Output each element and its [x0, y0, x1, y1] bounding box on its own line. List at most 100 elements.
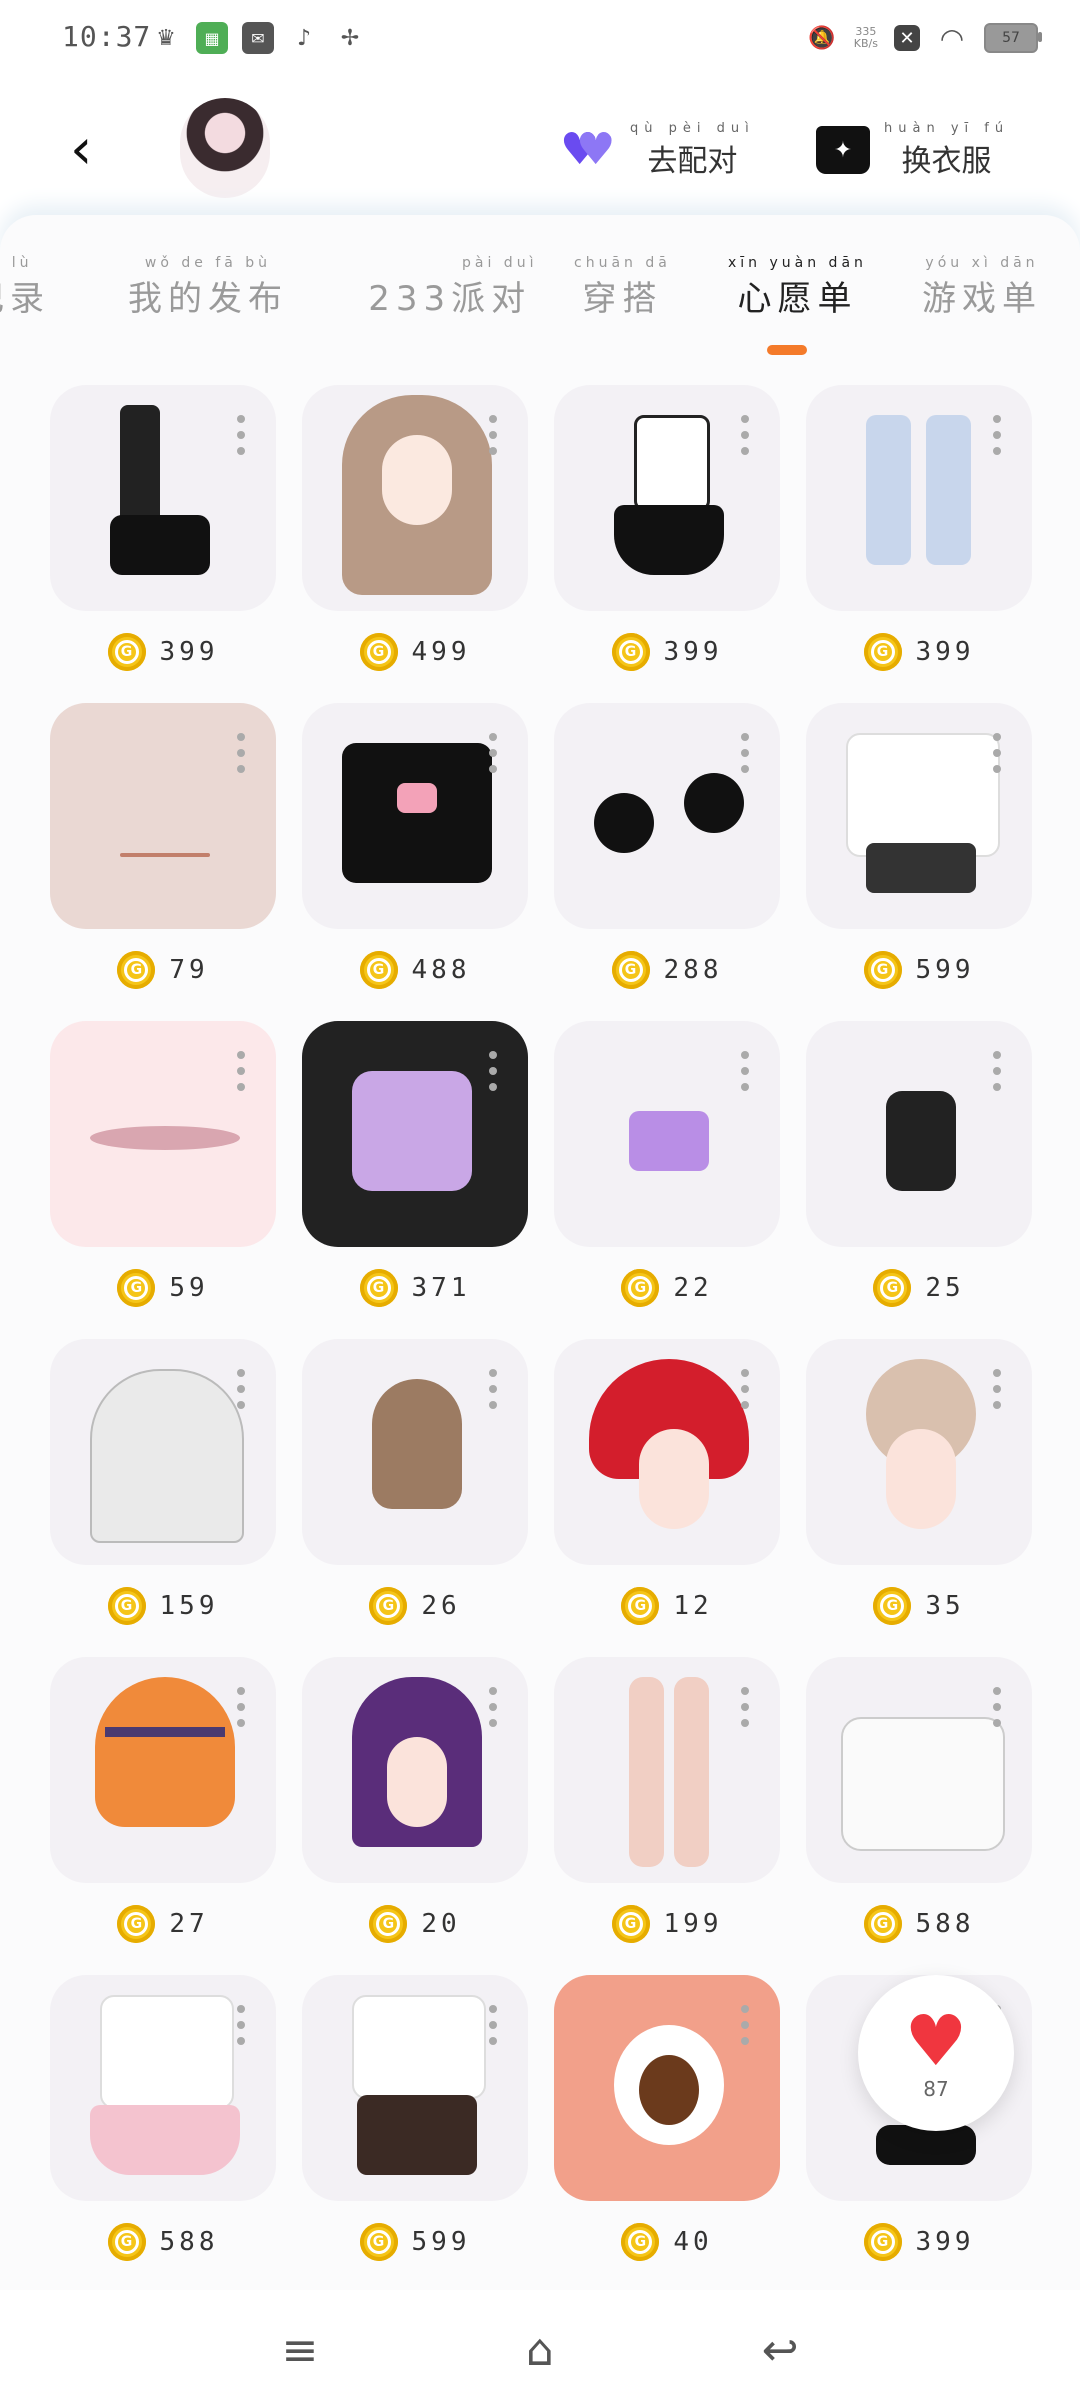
- more-options-icon[interactable]: [488, 1369, 498, 1409]
- coin-icon: G: [107, 2223, 146, 2261]
- wishlist-item[interactable]: G 199: [554, 1657, 780, 1957]
- tab-wishlist[interactable]: xīn yuàn dān 心愿单: [728, 255, 867, 320]
- wishlist-item[interactable]: G 599: [806, 703, 1032, 1003]
- more-options-icon[interactable]: [236, 1687, 246, 1727]
- wishlist-item[interactable]: G 399: [50, 385, 276, 685]
- more-options-icon[interactable]: [488, 415, 498, 455]
- more-options-icon[interactable]: [992, 1051, 1002, 1091]
- tab-party[interactable]: pài duì 233派对: [362, 255, 537, 320]
- item-thumbnail[interactable]: [50, 385, 276, 611]
- wishlist-item[interactable]: G 488: [302, 703, 528, 1003]
- item-thumbnail[interactable]: [806, 1339, 1032, 1565]
- tab-records[interactable]: jì lù 记录: [0, 255, 50, 320]
- item-thumbnail[interactable]: [302, 1339, 528, 1565]
- pair-label-group: qù pèi duì 去配对: [630, 121, 755, 180]
- home-icon[interactable]: ⌂: [510, 2320, 570, 2380]
- tab-outfits[interactable]: chuān dā 穿搭: [574, 255, 671, 320]
- wishlist-item[interactable]: G 599: [302, 1975, 528, 2275]
- system-nav-bar: ≡ ⌂ ↩: [0, 2290, 1080, 2408]
- mute-bell-icon: 🔕: [808, 25, 836, 51]
- dress-label-group: huàn yī fú 换衣服: [884, 121, 1009, 180]
- pair-button[interactable]: ♥ ♥ qù pèi duì 去配对: [560, 120, 755, 180]
- item-thumbnail[interactable]: [302, 1021, 528, 1247]
- net-speed-unit: KB/s: [853, 37, 878, 50]
- item-price: G 35: [806, 1587, 1032, 1625]
- item-thumbnail[interactable]: [302, 703, 528, 929]
- more-options-icon[interactable]: [236, 1369, 246, 1409]
- tab-my-posts[interactable]: wǒ de fā bù 我的发布: [128, 255, 288, 320]
- item-thumbnail[interactable]: [302, 385, 528, 611]
- more-options-icon[interactable]: [488, 1687, 498, 1727]
- price-value: 27: [169, 1909, 209, 1939]
- wishlist-item[interactable]: G 399: [554, 385, 780, 685]
- item-thumbnail[interactable]: [806, 703, 1032, 929]
- item-thumbnail[interactable]: [50, 703, 276, 929]
- item-thumbnail[interactable]: [50, 1021, 276, 1247]
- back-nav-icon[interactable]: ↩: [750, 2320, 810, 2380]
- wishlist-item[interactable]: G 159: [50, 1339, 276, 1639]
- price-value: 199: [663, 1909, 723, 1939]
- wishlist-item[interactable]: G 12: [554, 1339, 780, 1639]
- avatar[interactable]: [180, 98, 270, 198]
- item-thumbnail[interactable]: [50, 1975, 276, 2201]
- wishlist-item[interactable]: G 22: [554, 1021, 780, 1321]
- wishlist-item[interactable]: G 288: [554, 703, 780, 1003]
- more-options-icon[interactable]: [740, 415, 750, 455]
- more-options-icon[interactable]: [992, 1369, 1002, 1409]
- battery-icon: 57: [984, 23, 1042, 53]
- wishlist-item[interactable]: G 20: [302, 1657, 528, 1957]
- item-thumbnail[interactable]: [806, 1021, 1032, 1247]
- wishlist-item[interactable]: G 588: [50, 1975, 276, 2275]
- more-options-icon[interactable]: [488, 1051, 498, 1091]
- item-thumbnail[interactable]: [806, 1657, 1032, 1883]
- more-options-icon[interactable]: [488, 2005, 498, 2045]
- item-thumbnail[interactable]: [554, 1021, 780, 1247]
- more-options-icon[interactable]: [740, 1369, 750, 1409]
- wishlist-item[interactable]: G 40: [554, 1975, 780, 2275]
- price-value: 22: [673, 1273, 713, 1303]
- wishlist-item[interactable]: G 35: [806, 1339, 1032, 1639]
- tab-label: 心愿单: [737, 279, 858, 319]
- wishlist-item[interactable]: G 588: [806, 1657, 1032, 1957]
- wishlist-item[interactable]: G 499: [302, 385, 528, 685]
- item-thumbnail[interactable]: [554, 385, 780, 611]
- more-options-icon[interactable]: [488, 733, 498, 773]
- wishlist-item[interactable]: G 25: [806, 1021, 1032, 1321]
- wishlist-item[interactable]: G 26: [302, 1339, 528, 1639]
- more-options-icon[interactable]: [992, 1687, 1002, 1727]
- more-options-icon[interactable]: [740, 2005, 750, 2045]
- price-value: 26: [421, 1591, 461, 1621]
- item-thumbnail[interactable]: [806, 385, 1032, 611]
- wishlist-item[interactable]: G 399: [806, 385, 1032, 685]
- item-thumbnail[interactable]: [302, 1657, 528, 1883]
- item-thumbnail[interactable]: [554, 1657, 780, 1883]
- wishlist-item[interactable]: G 79: [50, 703, 276, 1003]
- wishlist-item[interactable]: G 59: [50, 1021, 276, 1321]
- change-clothes-button[interactable]: ✦ huàn yī fú 换衣服: [816, 120, 1009, 180]
- item-thumbnail[interactable]: [554, 1975, 780, 2201]
- pair-pinyin: qù pèi duì: [630, 120, 755, 136]
- item-thumbnail[interactable]: [554, 1339, 780, 1565]
- back-icon[interactable]: ‹: [70, 120, 130, 180]
- more-options-icon[interactable]: [740, 733, 750, 773]
- more-options-icon[interactable]: [992, 733, 1002, 773]
- wishlist-item[interactable]: G 27: [50, 1657, 276, 1957]
- item-thumbnail[interactable]: [50, 1339, 276, 1565]
- more-options-icon[interactable]: [740, 1687, 750, 1727]
- price-value: 59: [169, 1273, 209, 1303]
- item-thumbnail[interactable]: [554, 703, 780, 929]
- coin-icon: G: [359, 951, 398, 989]
- menu-icon[interactable]: ≡: [270, 2320, 330, 2380]
- like-button[interactable]: ♥ 87: [858, 1975, 1014, 2131]
- item-price: G 399: [806, 633, 1032, 671]
- item-thumbnail[interactable]: [302, 1975, 528, 2201]
- more-options-icon[interactable]: [236, 733, 246, 773]
- tab-game-list[interactable]: yóu xì dān 游戏单: [922, 255, 1042, 320]
- more-options-icon[interactable]: [236, 415, 246, 455]
- item-thumbnail[interactable]: [50, 1657, 276, 1883]
- more-options-icon[interactable]: [236, 2005, 246, 2045]
- more-options-icon[interactable]: [740, 1051, 750, 1091]
- more-options-icon[interactable]: [236, 1051, 246, 1091]
- more-options-icon[interactable]: [992, 415, 1002, 455]
- wishlist-item[interactable]: G 371: [302, 1021, 528, 1321]
